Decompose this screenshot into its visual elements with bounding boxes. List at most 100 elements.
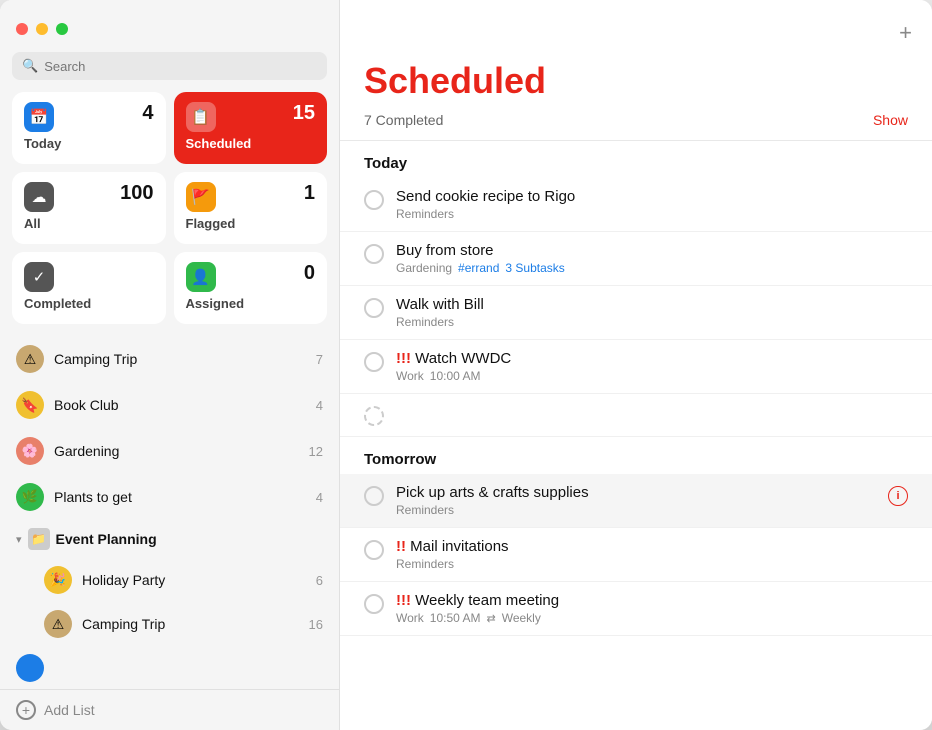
reminder-circle-3[interactable] [364,298,384,318]
list-item-camping-trip-sub[interactable]: ⚠ Camping Trip 16 [0,602,339,646]
gardening-name: Gardening [54,443,299,459]
completed-icon: ✓ [24,262,54,292]
reminder-circle-5[interactable] [364,406,384,426]
group-chevron-icon: ▾ [16,533,22,546]
show-completed-button[interactable]: Show [873,112,908,128]
subtasks-link[interactable]: 3 Subtasks [505,261,564,275]
list-section: ⚠ Camping Trip 7 🔖 Book Club 4 🌸 Gardeni… [0,336,339,689]
book-club-icon: 🔖 [16,391,44,419]
sidebar: 🔍 📅 4 Today 📋 15 Scheduled [0,0,340,730]
completed-count: 7 Completed [364,112,443,128]
smart-card-all[interactable]: ☁ 100 All [12,172,166,244]
reminder-item-buy-store: Buy from store Gardening #errand 3 Subta… [340,232,932,286]
reminder-content-7: Mail invitations Reminders [396,538,908,571]
reminder-subtitle-7: Reminders [396,557,908,571]
holiday-party-count: 6 [316,573,323,588]
today-icon: 📅 [24,102,54,132]
today-count: 4 [142,102,153,125]
close-button[interactable] [16,23,28,35]
section-header-tomorrow: Tomorrow [340,437,932,474]
main-header: + [340,0,932,52]
reminder-circle-8[interactable] [364,594,384,614]
reminders-list: Today Send cookie recipe to Rigo Reminde… [340,141,932,730]
all-count: 100 [120,182,153,205]
reminder-item-watch-wwdc: Watch WWDC Work 10:00 AM [340,340,932,394]
add-reminder-button[interactable]: + [899,22,912,44]
recur-icon: ⇄ [486,612,495,625]
partial-list-item [0,646,339,682]
completed-label: Completed [24,296,154,311]
reminder-item-mail: Mail invitations Reminders [340,528,932,582]
maximize-button[interactable] [56,23,68,35]
search-input[interactable] [44,59,317,74]
camping-trip-count: 7 [316,352,323,367]
reminder-circle-2[interactable] [364,244,384,264]
group-header-event-planning[interactable]: ▾ 📁 Event Planning [0,520,339,558]
smart-card-scheduled[interactable]: 📋 15 Scheduled [174,92,328,164]
smart-card-completed[interactable]: ✓ Completed [12,252,166,324]
book-club-count: 4 [316,398,323,413]
reminder-circle-1[interactable] [364,190,384,210]
titlebar [0,0,339,52]
all-label: All [24,216,154,231]
partial-icon [16,654,44,682]
flagged-count: 1 [304,182,315,205]
info-icon[interactable]: i [888,486,908,506]
reminder-content-8: Weekly team meeting Work 10:50 AM ⇄ Week… [396,592,908,625]
list-item-plants-to-get[interactable]: 🌿 Plants to get 4 [0,474,339,520]
reminder-item-walk-bill: Walk with Bill Reminders [340,286,932,340]
reminder-title-4: Watch WWDC [396,350,908,367]
book-club-name: Book Club [54,397,306,413]
list-item-camping-trip[interactable]: ⚠ Camping Trip 7 [0,336,339,382]
add-list-icon: + [16,700,36,720]
plants-to-get-name: Plants to get [54,489,306,505]
reminder-subtitle-4: Work 10:00 AM [396,369,908,383]
smart-card-today[interactable]: 📅 4 Today [12,92,166,164]
reminder-title-3: Walk with Bill [396,296,908,313]
page-title: Scheduled [340,52,932,106]
add-list-label: Add List [44,702,95,718]
reminder-content-2: Buy from store Gardening #errand 3 Subta… [396,242,908,275]
reminder-circle-7[interactable] [364,540,384,560]
search-icon: 🔍 [22,58,38,74]
add-list-button[interactable]: + Add List [0,689,339,730]
assigned-count: 0 [304,262,315,285]
reminder-circle-6[interactable] [364,486,384,506]
list-item-gardening[interactable]: 🌸 Gardening 12 [0,428,339,474]
completed-bar: 7 Completed Show [340,106,932,141]
reminder-item-send-cookie: Send cookie recipe to Rigo Reminders [340,178,932,232]
reminder-title-8: Weekly team meeting [396,592,908,609]
reminder-title-1: Send cookie recipe to Rigo [396,188,908,205]
scheduled-count: 15 [293,102,315,125]
reminder-subtitle-3: Reminders [396,315,908,329]
search-bar[interactable]: 🔍 [12,52,327,80]
main-content: + Scheduled 7 Completed Show Today Send … [340,0,932,730]
reminder-title-6: Pick up arts & crafts supplies [396,484,876,501]
reminder-title-2: Buy from store [396,242,908,259]
flagged-icon: 🚩 [186,182,216,212]
smart-card-assigned[interactable]: 👤 0 Assigned [174,252,328,324]
minimize-button[interactable] [36,23,48,35]
reminder-content-4: Watch WWDC Work 10:00 AM [396,350,908,383]
scheduled-label: Scheduled [186,136,316,151]
camping-trip-sub-name: Camping Trip [82,616,299,632]
reminder-circle-4[interactable] [364,352,384,372]
camping-trip-sub-icon: ⚠ [44,610,72,638]
today-label: Today [24,136,154,151]
gardening-icon: 🌸 [16,437,44,465]
all-icon: ☁ [24,182,54,212]
reminder-subtitle-1: Reminders [396,207,908,221]
assigned-icon: 👤 [186,262,216,292]
smart-lists-grid: 📅 4 Today 📋 15 Scheduled ☁ 100 All [0,92,339,336]
smart-card-flagged[interactable]: 🚩 1 Flagged [174,172,328,244]
list-item-holiday-party[interactable]: 🎉 Holiday Party 6 [0,558,339,602]
scheduled-icon: 📋 [186,102,216,132]
group-folder-icon: 📁 [28,528,50,550]
assigned-label: Assigned [186,296,316,311]
reminder-title-7: Mail invitations [396,538,908,555]
reminder-subtitle-2: Gardening #errand 3 Subtasks [396,261,908,275]
errand-tag[interactable]: #errand [458,261,499,275]
list-item-book-club[interactable]: 🔖 Book Club 4 [0,382,339,428]
reminder-item-empty [340,394,932,437]
reminder-content-6: Pick up arts & crafts supplies Reminders [396,484,876,517]
